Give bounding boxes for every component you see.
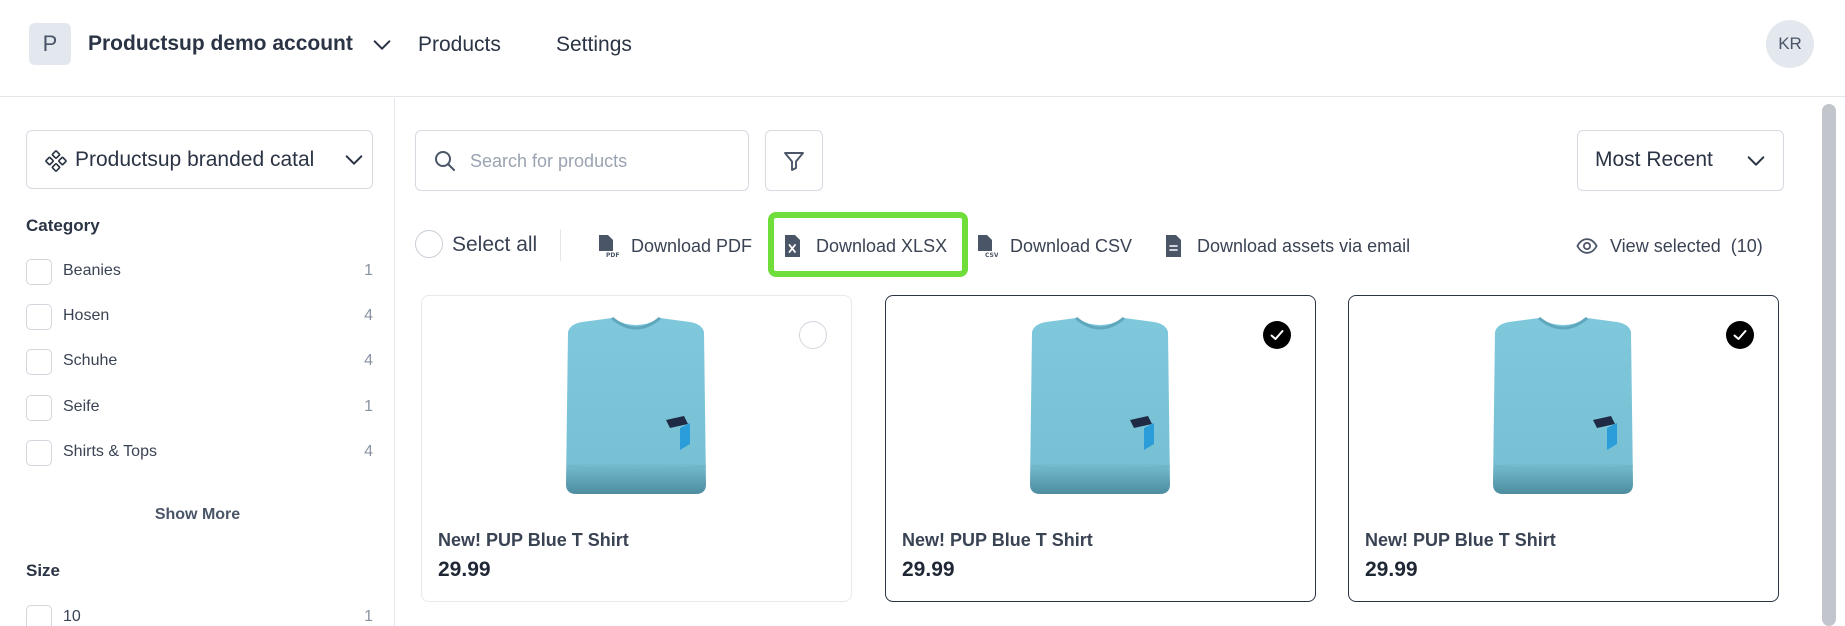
size-label: 10 [63, 608, 81, 625]
checkmark-icon [1270, 330, 1284, 340]
category-label: Shirts & Tops [63, 443, 157, 460]
product-name[interactable]: New! PUP Blue T Shirt [438, 530, 629, 551]
product-price: 29.99 [438, 558, 491, 581]
category-item[interactable]: Shirts & Tops 4 [26, 439, 373, 467]
download-csv-label: Download CSV [1010, 236, 1133, 256]
category-count: 4 [364, 352, 373, 369]
category-checkbox[interactable] [26, 395, 52, 421]
user-avatar[interactable]: KR [1766, 20, 1814, 68]
category-item[interactable]: Schuhe 4 [26, 348, 373, 376]
filter-icon [784, 151, 804, 171]
account-name[interactable]: Productsup demo account [88, 32, 353, 56]
page-scrollbar[interactable] [1822, 104, 1836, 626]
document-icon [1166, 235, 1181, 257]
download-pdf-label: Download PDF [631, 236, 753, 256]
product-card[interactable]: New! PUP Blue T Shirt 29.99 [885, 295, 1316, 602]
filter-button[interactable] [765, 130, 823, 191]
category-count: 4 [364, 443, 373, 460]
product-select-radio[interactable] [799, 321, 827, 349]
select-all-radio[interactable] [415, 230, 443, 258]
product-name[interactable]: New! PUP Blue T Shirt [1365, 530, 1556, 551]
sort-label: Most Recent [1595, 148, 1713, 171]
product-name[interactable]: New! PUP Blue T Shirt [902, 530, 1093, 551]
category-count: 1 [364, 262, 373, 279]
size-item[interactable]: 10 1 [26, 604, 373, 626]
csv-file-icon: CSV [978, 235, 998, 258]
highlight-box [768, 212, 968, 277]
selected-count: (10) [1730, 236, 1763, 256]
account-badge[interactable]: P [29, 23, 71, 65]
catalog-label: Productsup branded catal [75, 148, 315, 171]
toolbar-divider [560, 229, 561, 261]
category-count: 4 [364, 307, 373, 324]
download-assets-label: Download assets via email [1197, 236, 1411, 256]
size-count: 1 [364, 608, 373, 625]
product-price: 29.99 [1365, 558, 1418, 581]
size-checkbox[interactable] [26, 605, 52, 626]
eye-icon [1576, 238, 1598, 254]
category-heading: Category [26, 216, 100, 235]
chevron-down-icon [1747, 156, 1765, 166]
catalog-icon [45, 150, 67, 172]
product-select-radio[interactable] [1263, 321, 1291, 349]
select-all-label[interactable]: Select all [452, 233, 537, 257]
category-checkbox[interactable] [26, 349, 52, 375]
search-input[interactable] [470, 145, 730, 177]
nav-products[interactable]: Products [418, 33, 501, 57]
tshirt-image [1493, 316, 1634, 494]
category-checkbox[interactable] [26, 304, 52, 330]
tshirt-image [566, 316, 707, 494]
category-count: 1 [364, 398, 373, 415]
category-label: Schuhe [63, 352, 118, 369]
product-card[interactable]: New! PUP Blue T Shirt 29.99 [421, 295, 852, 602]
category-checkbox[interactable] [26, 259, 52, 285]
sort-select[interactable]: Most Recent [1577, 130, 1784, 191]
category-item[interactable]: Seife 1 [26, 394, 373, 422]
chevron-down-icon [345, 155, 363, 165]
category-item[interactable]: Beanies 1 [26, 258, 373, 286]
category-item[interactable]: Hosen 4 [26, 303, 373, 331]
view-selected-text: View selected [1610, 236, 1721, 256]
search-icon [435, 151, 455, 171]
pdf-file-icon: PDF [599, 235, 619, 258]
product-select-radio[interactable] [1726, 321, 1754, 349]
checkmark-icon [1733, 330, 1747, 340]
top-header: P Productsup demo account Products Setti… [0, 0, 1845, 97]
product-price: 29.99 [902, 558, 955, 581]
show-more-button[interactable]: Show More [0, 506, 395, 524]
svg-text:CSV: CSV [985, 252, 998, 258]
category-label: Seife [63, 398, 100, 415]
category-label: Beanies [63, 262, 121, 279]
size-heading: Size [26, 561, 61, 580]
filter-sidebar: Productsup branded catal Category Beanie… [0, 98, 395, 626]
nav-settings[interactable]: Settings [556, 33, 632, 57]
chevron-down-icon[interactable] [371, 34, 393, 56]
category-checkbox[interactable] [26, 440, 52, 466]
search-box[interactable] [415, 130, 749, 191]
catalog-select[interactable]: Productsup branded catal [26, 130, 373, 189]
svg-text:PDF: PDF [606, 252, 619, 258]
category-label: Hosen [63, 307, 110, 324]
product-card[interactable]: New! PUP Blue T Shirt 29.99 [1348, 295, 1779, 602]
tshirt-image [1030, 316, 1171, 494]
view-selected-label: View selected (10) [1610, 236, 1763, 257]
